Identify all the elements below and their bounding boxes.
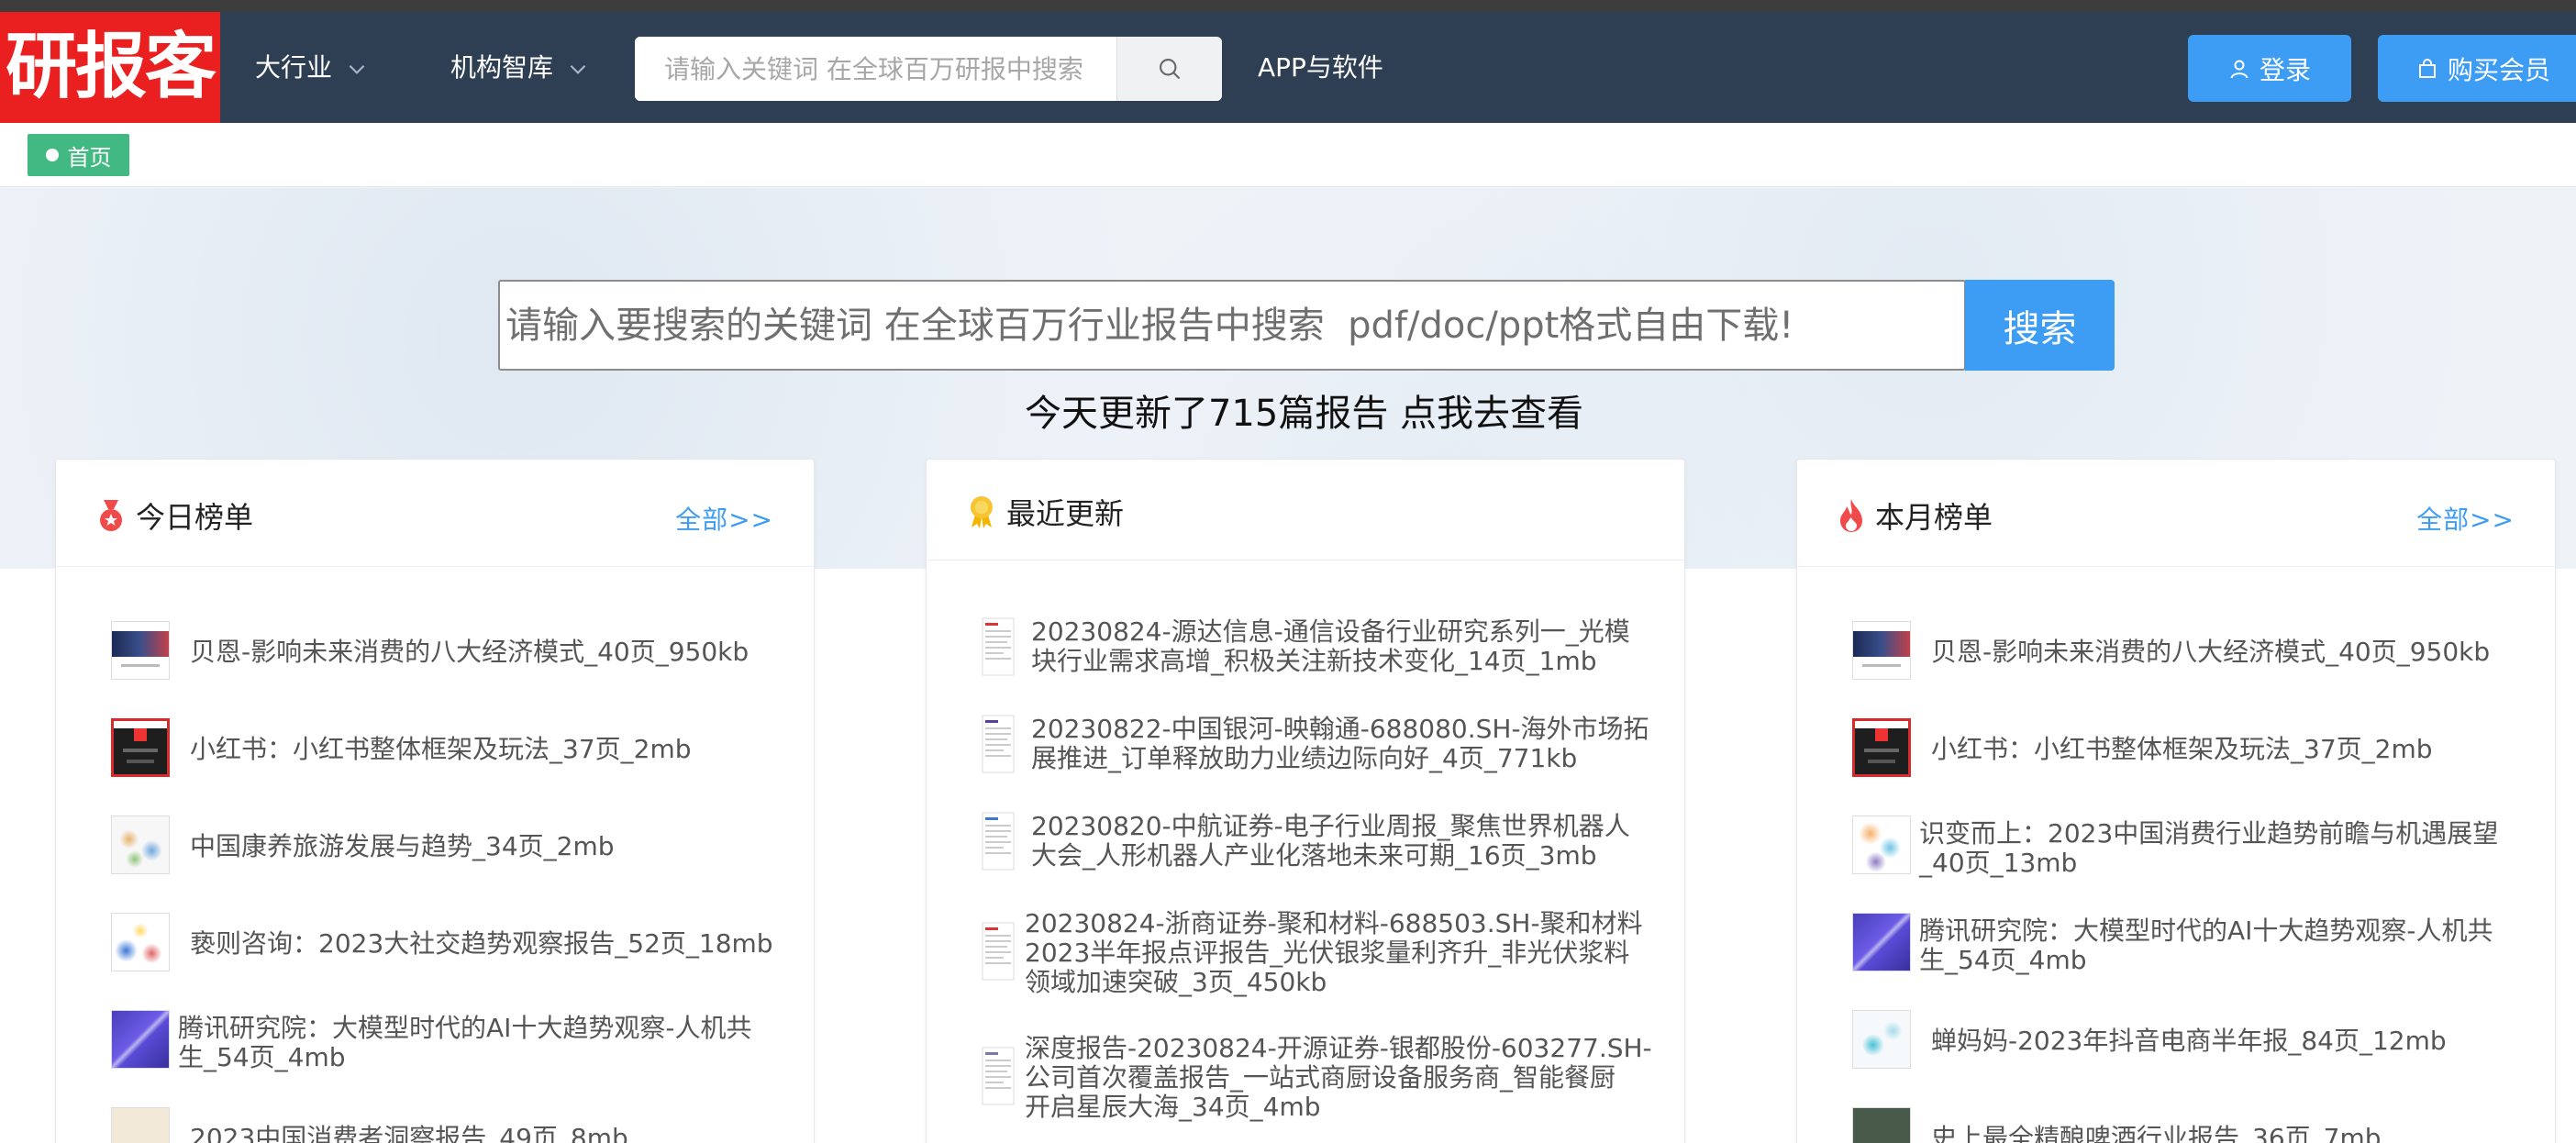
report-title: 深度报告-20230824-开源证券-银都股份-603277.SH- 公司首次覆… [1025,1034,1652,1122]
update-notice-link[interactable]: 今天更新了715篇报告 点我去查看 [0,383,2576,437]
main-search-input[interactable] [500,282,1964,369]
user-icon [2230,60,2248,78]
nav-search-input[interactable] [635,37,1116,101]
report-title: 20230820-中航证券-电子行业周报_聚焦世界机器人 大会_人形机器人产业化… [1031,812,1630,871]
login-button[interactable]: 登录 [2188,35,2351,102]
buy-vip-label: 购买会员 [2447,54,2550,85]
card-title: 最近更新 [966,491,1124,533]
card-title-text: 本月榜单 [1875,500,1993,535]
report-title-line: 20230824-浙商证券-聚和材料-688503.SH-聚和材料 [1025,908,1643,938]
chevron-down-icon [349,64,365,74]
report-title-line: 腾讯研究院：大模型时代的AI十大趋势观察-人机共 [1919,916,2493,946]
report-title-line: 20230820-中航证券-电子行业周报_聚焦世界机器人 [1031,811,1630,841]
site-logo[interactable]: 研报客 [0,12,220,123]
window-top-strip [0,0,2576,12]
nav-app[interactable]: APP与软件 [1258,12,1383,123]
report-thumbnail [1852,816,1911,874]
report-thumbnail [111,718,170,777]
report-title-line: 开启星辰大海_34页_4mb [1025,1092,1321,1122]
report-title-line: 20230824-源达信息-通信设备行业研究系列一_光模 [1031,616,1630,647]
report-title: 腾讯研究院：大模型时代的AI十大趋势观察-人机共 生_54页_4mb [1919,916,2493,975]
report-title: 中国康养旅游发展与趋势_34页_2mb [190,831,615,861]
report-title-line: 识变而上：2023中国消费行业趋势前瞻与机遇展望 [1919,818,2499,849]
recent-updates-card: 最近更新 20230824-源达信息-通信设备行业研究系列一_光模 块行业需求高… [926,459,1685,1143]
report-title-line: 公司首次覆盖报告_一站式商厨设备服务商_智能餐厨 [1025,1062,1616,1093]
chevron-down-icon [570,64,586,74]
nav-think-tank[interactable]: 机构智库 [450,12,590,123]
pdf-document-icon [982,617,1015,676]
shopping-bag-icon [2418,58,2436,78]
report-title: 识变而上：2023中国消费行业趋势前瞻与机遇展望 _40页_13mb [1919,819,2498,878]
report-title-line: 腾讯研究院：大模型时代的AI十大趋势观察-人机共 [178,1013,752,1043]
report-title-line: _40页_13mb [1919,848,2078,878]
breadcrumb-home-label: 首页 [67,144,112,171]
report-title-line: 生_54页_4mb [1919,945,2087,975]
main-search-button[interactable]: 搜索 [1965,280,2115,371]
today-ranking-card: 今日榜单 全部>> 贝恩-影响未来消费的八大经济模式_40页_950kb 小红书… [55,459,815,1143]
card-title-text: 今日榜单 [136,500,254,535]
pdf-document-icon [982,812,1015,871]
report-title-line: 块行业需求高增_积极关注新技术变化_14页_1mb [1031,646,1597,676]
report-title: 20230824-源达信息-通信设备行业研究系列一_光模 块行业需求高增_积极关… [1031,617,1630,676]
report-title: 2023中国消费者洞察报告_49页_8mb [190,1123,628,1143]
login-label: 登录 [2259,54,2311,85]
view-all-link[interactable]: 全部>> [2416,500,2515,537]
report-thumbnail [1852,621,1911,680]
month-ranking-card: 本月榜单 全部>> 贝恩-影响未来消费的八大经济模式_40页_950kb 小红书… [1796,459,2556,1143]
report-title: 史上最全精酿啤酒行业报告_36页_7mb [1931,1123,2382,1143]
pdf-document-icon [982,715,1015,773]
nav-search-button[interactable] [1116,37,1222,101]
card-header: 本月榜单 全部>> [1797,460,2555,567]
buy-vip-button[interactable]: 购买会员 [2378,35,2576,102]
report-title: 20230824-浙商证券-聚和材料-688503.SH-聚和材料 2023半年… [1025,909,1643,997]
report-title: 亵则咨询：2023大社交趋势观察报告_52页_18mb [190,928,773,959]
report-title-line: 展推进_订单释放助力业绩边际向好_4页_771kb [1031,743,1578,773]
report-title-line: 领域加速突破_3页_450kb [1025,967,1327,997]
search-icon [1160,59,1181,80]
report-title: 蝉妈妈-2023年抖音电商半年报_84页_12mb [1931,1026,2447,1056]
pdf-document-icon [982,1047,1015,1105]
report-thumbnail [111,621,170,680]
report-title: 小红书：小红书整体框架及玩法_37页_2mb [190,734,692,764]
report-thumbnail [1852,913,1911,971]
report-thumbnail [111,816,170,874]
nav-industry-label: 大行业 [255,52,333,83]
report-thumbnail [1852,1010,1911,1069]
award-ribbon-icon [971,496,993,528]
report-title: 贝恩-影响未来消费的八大经济模式_40页_950kb [190,637,749,667]
medal-icon [100,500,122,531]
report-title-line: 2023半年报点评报告_光伏银浆量利齐升_非光伏浆料 [1025,938,1630,968]
main-search-box [498,280,1966,371]
dot-icon [45,149,59,161]
breadcrumb-bar: 首页 [0,123,2576,187]
top-navbar: 研报客 大行业 机构智库 APP与软件 登录 购买会员 [0,12,2576,123]
breadcrumb-home[interactable]: 首页 [28,134,129,176]
nav-think-tank-label: 机构智库 [450,52,554,83]
card-title-text: 最近更新 [1006,496,1125,531]
report-title: 贝恩-影响未来消费的八大经济模式_40页_950kb [1931,637,2491,667]
card-header: 最近更新 [927,460,1684,560]
report-title-line: 大会_人形机器人产业化落地未来可期_16页_3mb [1031,840,1597,871]
report-thumbnail [111,913,170,971]
report-title: 腾讯研究院：大模型时代的AI十大趋势观察-人机共 生_54页_4mb [178,1014,752,1072]
view-all-link[interactable]: 全部>> [675,500,773,537]
nav-industry[interactable]: 大行业 [255,12,369,123]
report-title: 小红书：小红书整体框架及玩法_37页_2mb [1931,734,2433,764]
report-title-line: 20230822-中国银河-映翰通-688080.SH-海外市场拓 [1031,714,1649,744]
pdf-document-icon [982,922,1015,981]
fire-icon [1840,499,1862,532]
nav-search-box [635,37,1222,101]
card-header: 今日榜单 全部>> [56,460,814,567]
report-thumbnail [111,1010,170,1069]
report-thumbnail [111,1107,170,1143]
card-title: 本月榜单 [1837,494,1993,537]
report-thumbnail [1852,718,1911,777]
card-title: 今日榜单 [95,494,253,537]
report-title-line: 生_54页_4mb [178,1042,346,1072]
report-thumbnail [1852,1107,1911,1143]
report-title-line: 深度报告-20230824-开源证券-银都股份-603277.SH- [1025,1033,1652,1063]
report-title: 20230822-中国银河-映翰通-688080.SH-海外市场拓 展推进_订单… [1031,715,1649,773]
